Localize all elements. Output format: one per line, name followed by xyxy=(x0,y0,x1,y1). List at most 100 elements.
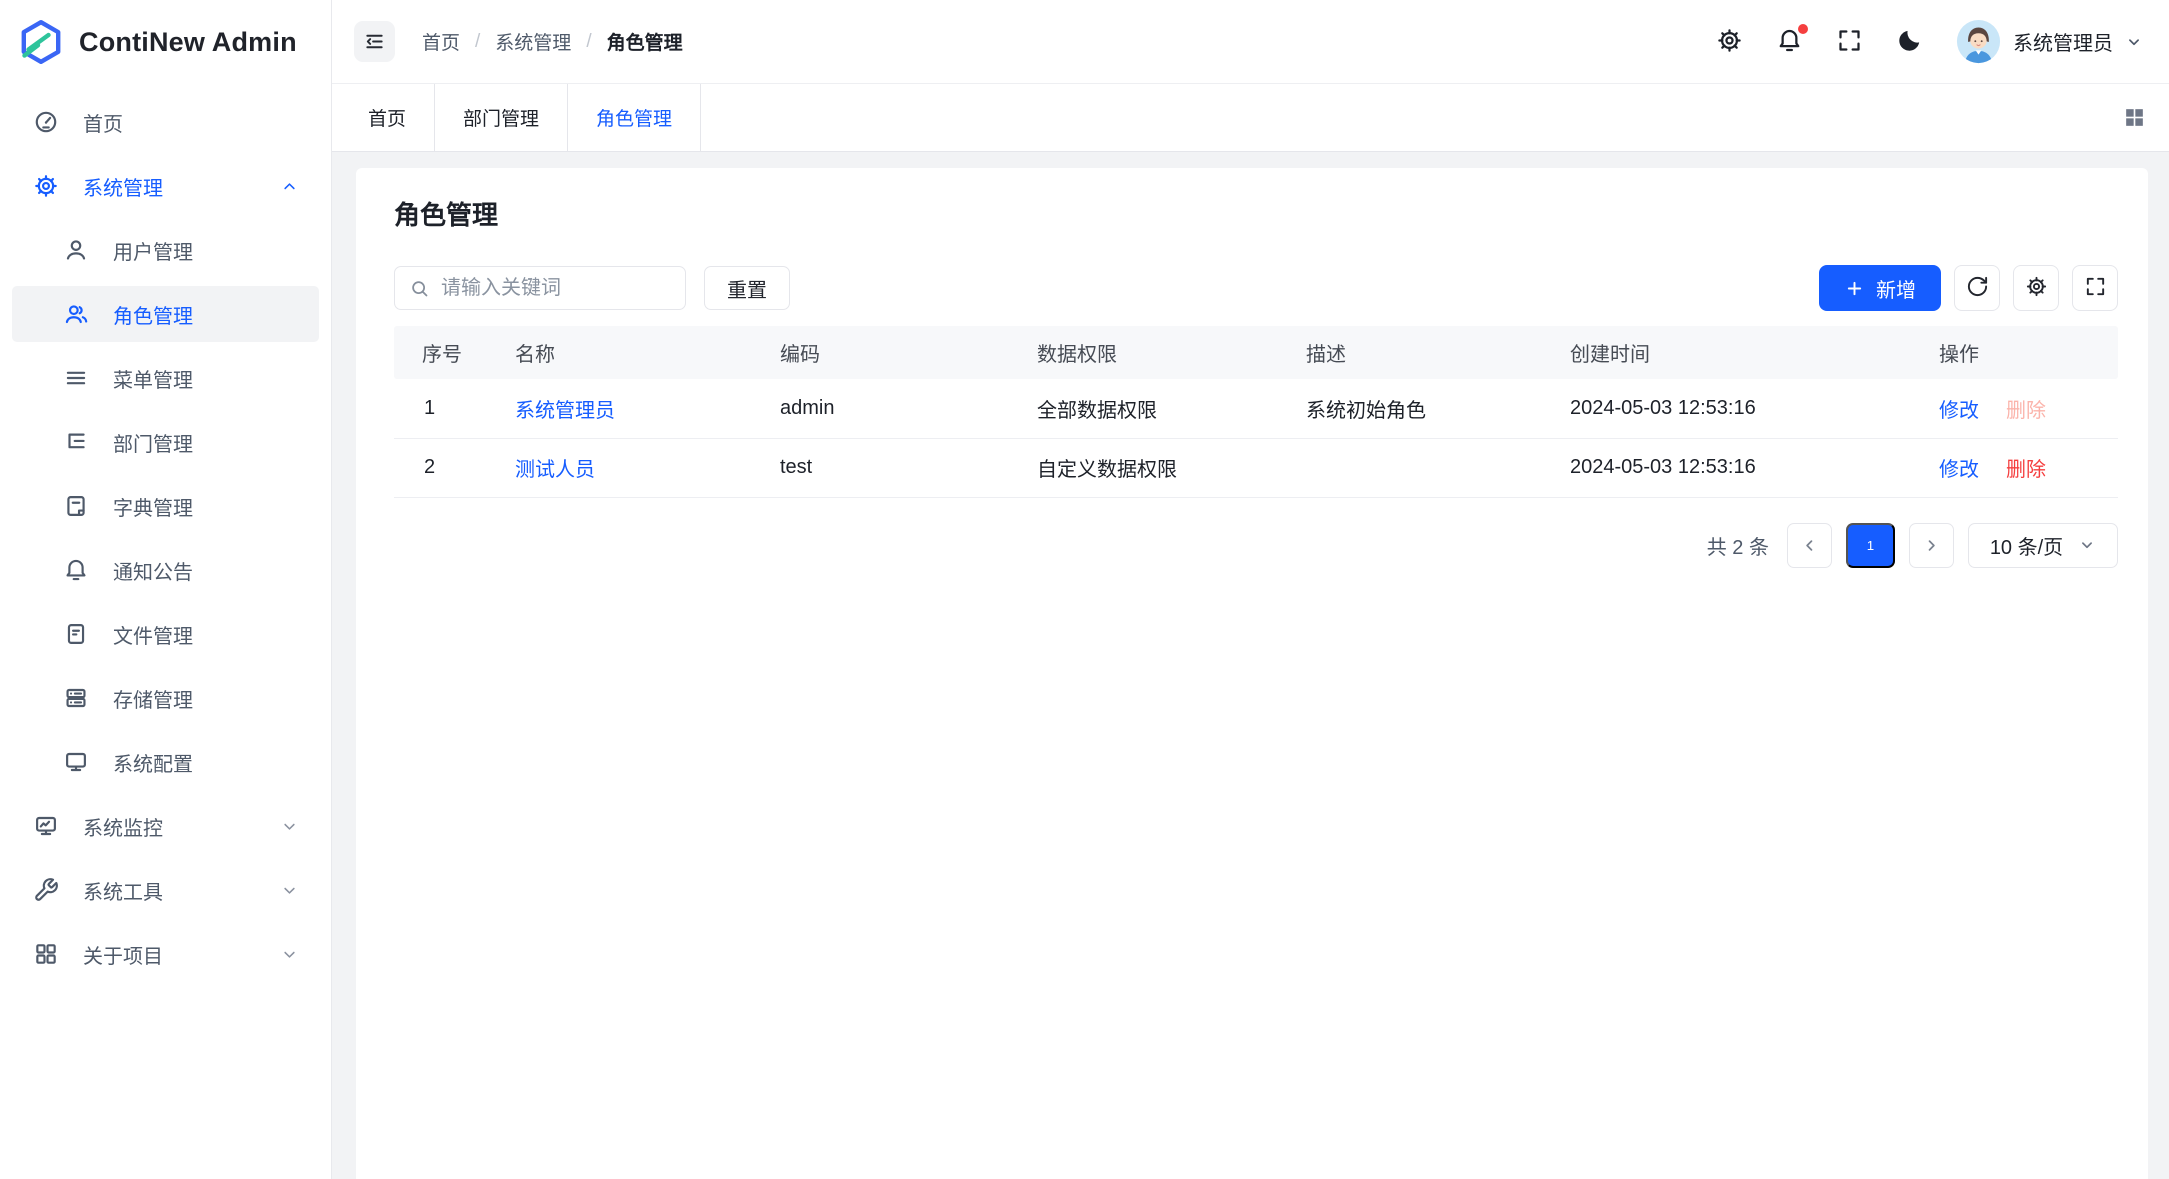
cell-role-code: admin xyxy=(764,379,1021,438)
sidebar-item-system-monitor[interactable]: 系统监控 xyxy=(12,798,319,854)
breadcrumb-separator: / xyxy=(586,31,591,53)
cell-description xyxy=(1290,438,1554,497)
search-box[interactable] xyxy=(394,266,686,310)
role-name-link[interactable]: 测试人员 xyxy=(515,459,595,481)
cell-role-name-link: 系统管理员 xyxy=(499,379,764,438)
cell-data-scope: 全部数据权限 xyxy=(1021,379,1290,438)
sidebar-item-system-management[interactable]: 系统管理 xyxy=(12,158,319,214)
sidebar-item-label: 关于项目 xyxy=(83,940,163,969)
sidebar-item-role-management[interactable]: 角色管理 xyxy=(12,286,319,342)
chevron-down-icon xyxy=(2078,536,2096,554)
sidebar-item-system-config[interactable]: 系统配置 xyxy=(12,734,319,790)
gear-icon xyxy=(1716,27,1743,57)
header-action-icons xyxy=(1716,27,1923,57)
sidebar-item-system-tools[interactable]: 系统工具 xyxy=(12,862,319,918)
sidebar-item-label: 系统工具 xyxy=(83,876,163,905)
tab-dept-management[interactable]: 部门管理 xyxy=(435,84,568,151)
fullscreen-button[interactable] xyxy=(1836,27,1863,57)
chevron-right-icon xyxy=(1922,536,1941,555)
cell-operations: 修改 删除 xyxy=(1923,438,2118,497)
sidebar-item-dept-management[interactable]: 部门管理 xyxy=(12,414,319,470)
tab-role-management[interactable]: 角色管理 xyxy=(568,84,701,151)
plus-icon xyxy=(1844,278,1865,299)
column-settings-button[interactable] xyxy=(2013,265,2059,311)
cell-data-scope: 自定义数据权限 xyxy=(1021,438,1290,497)
chevron-up xyxy=(280,177,299,196)
sidebar-item-label: 字典管理 xyxy=(113,492,193,521)
cell-role-code: test xyxy=(764,438,1021,497)
dark-mode-button[interactable] xyxy=(1896,27,1923,57)
pagination-prev-button[interactable] xyxy=(1787,523,1832,568)
tabs: 首页部门管理角色管理 xyxy=(340,84,701,151)
edit-link[interactable]: 修改 xyxy=(1939,400,1979,422)
breadcrumb-separator: / xyxy=(475,31,480,53)
settings-button[interactable] xyxy=(1716,27,1743,57)
moon-icon xyxy=(1896,27,1923,57)
user-icon xyxy=(63,237,89,263)
chevron-down xyxy=(280,881,299,900)
sidebar-item-label: 系统管理 xyxy=(83,172,163,201)
gear-icon xyxy=(2025,275,2048,301)
column-header: 名称 xyxy=(499,326,764,379)
sidebar-collapse-button[interactable] xyxy=(354,21,395,62)
cell-created-at: 2024-05-03 12:53:16 xyxy=(1554,438,1923,497)
refresh-button[interactable] xyxy=(1954,265,2000,311)
sidebar-item-menu-management[interactable]: 菜单管理 xyxy=(12,350,319,406)
add-button[interactable]: 新增 xyxy=(1819,265,1941,311)
dict-icon xyxy=(63,493,89,519)
toolbar: 重置 新增 xyxy=(394,265,2118,311)
edit-link[interactable]: 修改 xyxy=(1939,459,1979,481)
add-button-label: 新增 xyxy=(1876,274,1916,303)
role-name-link[interactable]: 系统管理员 xyxy=(515,400,615,422)
sidebar-item-user-management[interactable]: 用户管理 xyxy=(12,222,319,278)
sidebar-item-label: 菜单管理 xyxy=(113,364,193,393)
sidebar-item-label: 部门管理 xyxy=(113,428,193,457)
pagination-next-button[interactable] xyxy=(1909,523,1954,568)
breadcrumb: 首页 / 系统管理 / 角色管理 xyxy=(422,28,683,55)
table-row: 2测试人员test自定义数据权限2024-05-03 12:53:16修改删除 xyxy=(394,438,2118,497)
sidebar-item-label: 首页 xyxy=(83,108,123,137)
table-fullscreen-button[interactable] xyxy=(2072,265,2118,311)
cell-row-index: 1 xyxy=(394,379,499,438)
breadcrumb-item-2[interactable]: 系统管理 xyxy=(495,28,571,55)
pagination-total: 共 2 条 xyxy=(1707,531,1769,560)
tab-grid-button[interactable] xyxy=(2122,105,2147,130)
bell-icon xyxy=(63,557,89,583)
sidebar-item-about-project[interactable]: 关于项目 xyxy=(12,926,319,982)
page-size-select[interactable]: 10 条/页 xyxy=(1968,523,2118,568)
sidebar-item-storage-management[interactable]: 存储管理 xyxy=(12,670,319,726)
toolbar-right: 新增 xyxy=(1819,265,2118,311)
sidebar-item-dict-management[interactable]: 字典管理 xyxy=(12,478,319,534)
sidebar-item-file-management[interactable]: 文件管理 xyxy=(12,606,319,662)
file-icon xyxy=(63,621,89,647)
sidebar-item-notice[interactable]: 通知公告 xyxy=(12,542,319,598)
tab-bar: 首页部门管理角色管理 xyxy=(332,84,2169,152)
breadcrumb-item-1[interactable]: 首页 xyxy=(422,28,460,55)
grid-icon xyxy=(33,941,59,967)
top-header: 首页 / 系统管理 / 角色管理 xyxy=(332,0,2169,84)
tree-icon xyxy=(63,429,89,455)
table-row: 1系统管理员admin全部数据权限系统初始角色2024-05-03 12:53:… xyxy=(394,379,2118,438)
tab-home[interactable]: 首页 xyxy=(340,84,435,151)
menu-fold-icon xyxy=(363,30,386,53)
sidebar-item-home[interactable]: 首页 xyxy=(12,94,319,150)
pagination-page-1[interactable]: 1 xyxy=(1846,523,1895,568)
column-header: 序号 xyxy=(394,326,499,379)
reset-button[interactable]: 重置 xyxy=(704,266,790,310)
monitor-chart-icon xyxy=(33,813,59,839)
delete-link[interactable]: 删除 xyxy=(2006,459,2046,481)
chevron-down xyxy=(280,817,299,836)
app-title: ContiNew Admin xyxy=(79,27,297,58)
table-header-row: 序号名称编码数据权限描述创建时间操作 xyxy=(394,326,2118,379)
content-area: 角色管理 重置 新增 xyxy=(332,152,2169,1179)
chevron-down-icon xyxy=(2125,33,2143,51)
search-input[interactable] xyxy=(441,277,671,300)
cell-description: 系统初始角色 xyxy=(1290,379,1554,438)
column-header: 操作 xyxy=(1923,326,2118,379)
column-header: 描述 xyxy=(1290,326,1554,379)
user-menu[interactable]: 系统管理员 xyxy=(1956,19,2143,64)
column-header: 编码 xyxy=(764,326,1021,379)
sidebar-menu: 首页 系统管理 用户管理 角色管理 菜单管理 部门管理 字典管理 通知公告 文件… xyxy=(0,84,331,982)
notifications-button[interactable] xyxy=(1776,27,1803,57)
breadcrumb-item-3: 角色管理 xyxy=(607,28,683,55)
